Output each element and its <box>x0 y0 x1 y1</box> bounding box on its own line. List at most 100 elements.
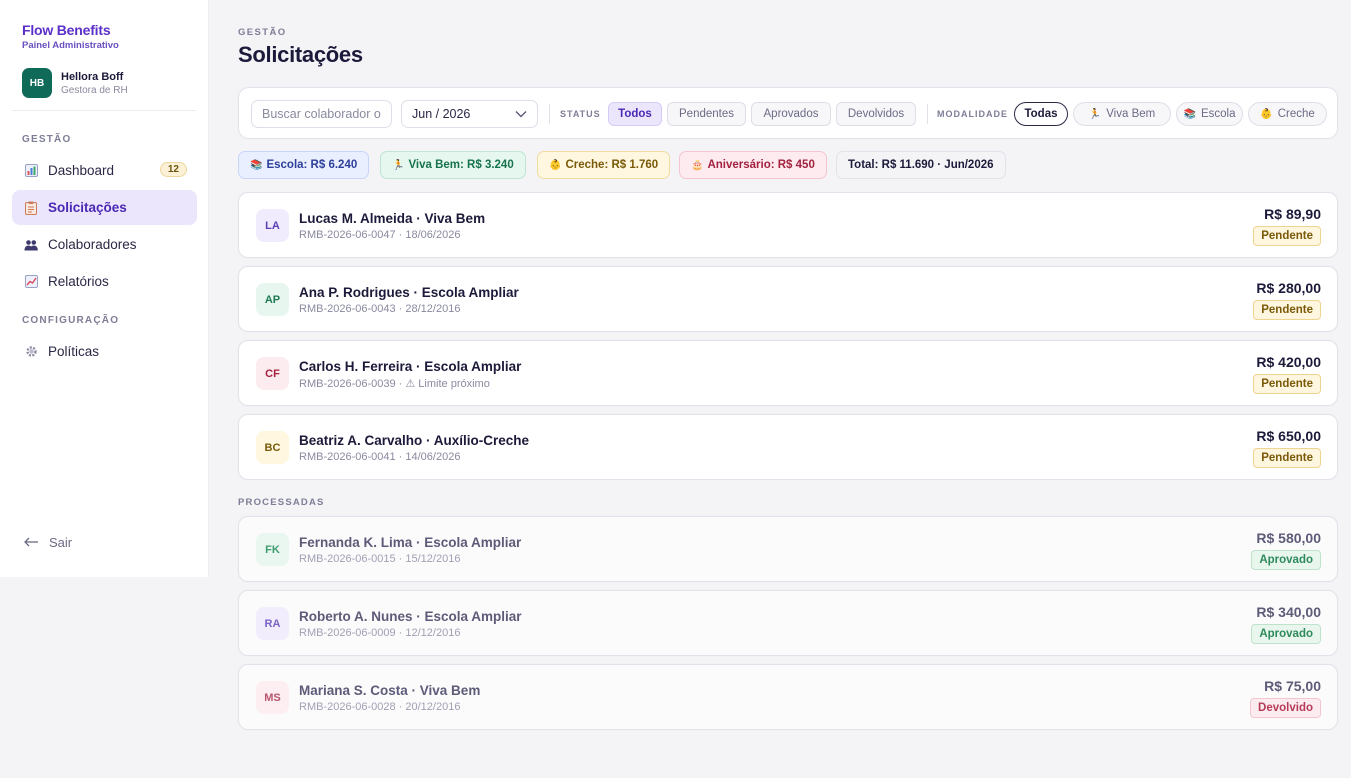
summary-aniversario: Aniversário: R$ 450 <box>707 159 815 171</box>
modalidade-filter-creche[interactable]: 👶 Creche <box>1248 102 1327 126</box>
request-meta: RMB-2026-06-0009 · 12/12/2016 <box>299 627 461 639</box>
request-amount: R$ 420,00 <box>1256 354 1321 370</box>
arrow-left-icon <box>24 535 39 550</box>
request-row[interactable]: BC Beatriz A. Carvalho · Auxílio-Creche … <box>238 414 1338 480</box>
sidebar-item-solicitacoes[interactable]: Solicitações <box>12 190 197 225</box>
request-amount: R$ 280,00 <box>1256 280 1321 296</box>
user-profile[interactable]: HB Hellora Boff Gestora de RH <box>22 68 128 98</box>
request-meta: RMB-2026-06-0028 · 20/12/2016 <box>299 701 461 713</box>
section-label-configuracao: CONFIGURAÇÃO <box>22 315 120 326</box>
runner-icon: 🏃 <box>1088 108 1102 120</box>
initials-avatar: CF <box>256 357 289 390</box>
request-row[interactable]: RA Roberto A. Nunes · Escola Ampliar RMB… <box>238 590 1338 656</box>
breadcrumb: GESTÃO <box>238 27 287 38</box>
runner-icon: 🏃 <box>392 159 405 171</box>
summary-viva-bem: Viva Bem: R$ 3.240 <box>408 159 514 171</box>
request-amount: R$ 75,00 <box>1264 678 1321 694</box>
page-title: Solicitações <box>238 42 363 67</box>
modalidade-filter-label: MODALIDADE <box>937 109 1008 119</box>
clipboard-icon <box>24 201 38 215</box>
status-badge: Pendente <box>1253 374 1321 394</box>
dashboard-count-badge: 12 <box>159 162 187 177</box>
people-icon <box>24 238 38 252</box>
summary-creche: Creche: R$ 1.760 <box>565 159 659 171</box>
request-title: Lucas M. Almeida · Viva Bem <box>299 211 486 226</box>
request-amount: R$ 580,00 <box>1256 530 1321 546</box>
summary-chip-aniversario: 🎂 Aniversário: R$ 450 <box>679 151 827 179</box>
request-meta: RMB-2026-06-0041 · 14/06/2026 <box>299 451 461 463</box>
search-input[interactable] <box>251 100 392 128</box>
request-meta: RMB-2026-06-0047 · 18/06/2026 <box>299 229 461 241</box>
status-badge: Pendente <box>1253 300 1321 320</box>
processed-section-label: PROCESSADAS <box>238 497 325 508</box>
sidebar-item-label: Dashboard <box>48 163 115 178</box>
filter-bar: Jun / 2026 STATUS Todos Pendentes Aprova… <box>238 87 1338 139</box>
request-row[interactable]: CF Carlos H. Ferreira · Escola Ampliar R… <box>238 340 1338 406</box>
chevron-down-icon <box>515 107 527 121</box>
status-badge: Pendente <box>1253 448 1321 468</box>
baby-icon: 👶 <box>1260 108 1273 120</box>
brand: Flow Benefits Painel Administrativo <box>22 22 119 51</box>
request-amount: R$ 340,00 <box>1256 604 1321 620</box>
month-select[interactable]: Jun / 2026 <box>401 100 538 128</box>
request-title: Carlos H. Ferreira · Escola Ampliar <box>299 359 522 374</box>
status-badge: Aprovado <box>1251 624 1321 644</box>
section-label-gestao: GESTÃO <box>22 134 72 145</box>
request-amount: R$ 650,00 <box>1256 428 1321 444</box>
summary-chip-total: Total: R$ 11.690 · Jun/2026 <box>836 151 1006 179</box>
request-meta: RMB-2026-06-0015 · 15/12/2016 <box>299 553 461 565</box>
request-row[interactable]: MS Mariana S. Costa · Viva Bem RMB-2026-… <box>238 664 1338 730</box>
status-badge: Devolvido <box>1250 698 1321 718</box>
modalidade-filter-escola[interactable]: 📚 Escola <box>1176 102 1243 126</box>
request-meta: RMB-2026-06-0043 · 28/12/2016 <box>299 303 461 315</box>
status-filter-todos[interactable]: Todos <box>608 102 662 126</box>
initials-avatar: AP <box>256 283 289 316</box>
modalidade-filter-todas[interactable]: Todas <box>1014 102 1068 126</box>
modalidade-label: Escola <box>1200 108 1236 120</box>
modalidade-label: Viva Bem <box>1106 108 1156 120</box>
sidebar-item-label: Políticas <box>48 344 100 359</box>
initials-avatar: BC <box>256 431 289 464</box>
sidebar-item-label: Colaboradores <box>48 237 137 252</box>
modalidade-label: Creche <box>1277 108 1315 120</box>
sidebar-item-relatorios[interactable]: Relatórios <box>12 264 197 299</box>
brand-name: Flow Benefits <box>22 22 111 38</box>
request-meta: RMB-2026-06-0039 · ⚠ Limite próximo <box>299 378 490 390</box>
logout-button[interactable]: Sair <box>24 535 72 550</box>
sidebar: Flow Benefits Painel Administrativo HB H… <box>0 0 209 577</box>
summary-chip-escola: 📚 Escola: R$ 6.240 <box>238 151 370 179</box>
initials-avatar: FK <box>256 533 289 566</box>
month-value: Jun / 2026 <box>412 107 471 121</box>
status-filter-aprovados[interactable]: Aprovados <box>751 102 831 126</box>
request-row[interactable]: LA Lucas M. Almeida · Viva Bem RMB-2026-… <box>238 192 1338 258</box>
divider <box>927 104 928 124</box>
avatar: HB <box>22 68 52 98</box>
logout-label: Sair <box>49 535 73 550</box>
request-title: Beatriz A. Carvalho · Auxílio-Creche <box>299 433 530 448</box>
cake-icon: 🎂 <box>691 159 704 171</box>
status-filter-devolvidos[interactable]: Devolvidos <box>836 102 916 126</box>
sidebar-item-politicas[interactable]: Políticas <box>12 334 197 369</box>
sidebar-item-colaboradores[interactable]: Colaboradores <box>12 227 197 262</box>
request-row[interactable]: FK Fernanda K. Lima · Escola Ampliar RMB… <box>238 516 1338 582</box>
summary-total: Total: R$ 11.690 · Jun/2026 <box>848 159 994 171</box>
modalidade-filter-viva-bem[interactable]: 🏃 Viva Bem <box>1073 102 1171 126</box>
request-title: Ana P. Rodrigues · Escola Ampliar <box>299 285 519 300</box>
request-title: Roberto A. Nunes · Escola Ampliar <box>299 609 522 624</box>
initials-avatar: RA <box>256 607 289 640</box>
request-row[interactable]: AP Ana P. Rodrigues · Escola Ampliar RMB… <box>238 266 1338 332</box>
baby-icon: 👶 <box>549 159 562 171</box>
books-icon: 📚 <box>1183 108 1196 120</box>
status-badge: Aprovado <box>1251 550 1321 570</box>
sidebar-item-label: Solicitações <box>48 200 127 215</box>
summary-chip-creche: 👶 Creche: R$ 1.760 <box>537 151 671 179</box>
summary-escola: Escola: R$ 6.240 <box>266 159 358 171</box>
request-amount: R$ 89,90 <box>1264 206 1321 222</box>
request-title: Mariana S. Costa · Viva Bem <box>299 683 481 698</box>
sidebar-divider <box>12 110 196 111</box>
sidebar-item-dashboard[interactable]: Dashboard 12 <box>12 153 197 188</box>
status-filter-pendentes[interactable]: Pendentes <box>667 102 746 126</box>
status-badge: Pendente <box>1253 226 1321 246</box>
user-role: Gestora de RH <box>61 84 128 96</box>
initials-avatar: MS <box>256 681 289 714</box>
